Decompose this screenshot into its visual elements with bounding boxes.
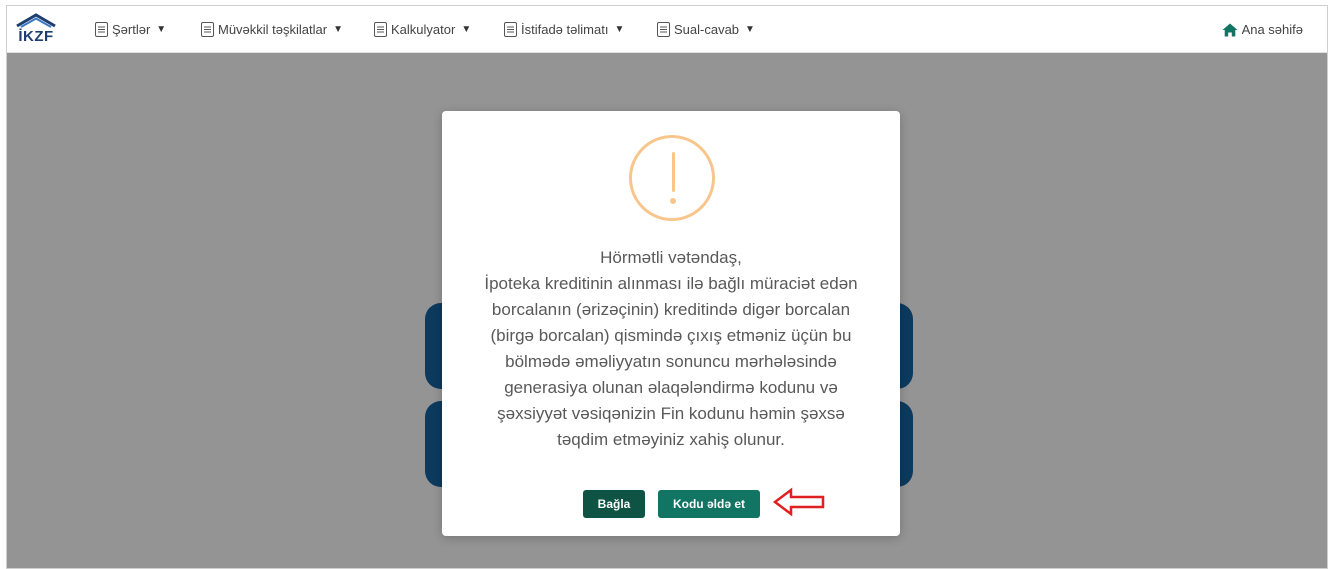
dialog-message-line: İpoteka kreditinin alınması ilə bağlı mü… [484, 274, 858, 293]
caret-down-icon: ▼ [745, 24, 755, 35]
warning-dialog: Hörmətli vətəndaş, İpoteka kreditinin al… [442, 111, 900, 536]
nav-home-link[interactable]: Ana səhifə [1222, 6, 1303, 53]
dialog-message: Hörmətli vətəndaş, İpoteka kreditinin al… [462, 245, 880, 453]
caret-down-icon: ▼ [333, 24, 343, 35]
document-icon [201, 22, 214, 37]
dialog-message-line: (birgə borcalan) qismində çıxış etməniz … [490, 326, 852, 345]
dialog-message-line: təqdim etməyiniz xahiş olunur. [557, 430, 785, 449]
nav-home-label: Ana səhifə [1241, 22, 1303, 37]
document-icon [657, 22, 670, 37]
nav-item-istifade-telimati[interactable]: İstifadə təlimatı ▼ [504, 6, 624, 53]
nav-item-label: Şərtlər [112, 22, 151, 37]
nav-item-label: İstifadə təlimatı [521, 22, 609, 37]
nav-item-kalkulyator[interactable]: Kalkulyator ▼ [374, 6, 471, 53]
nav-item-label: Müvəkkil təşkilatlar [218, 22, 328, 37]
dialog-message-line: Hörmətli vətəndaş, [600, 248, 742, 267]
nav-item-sual-cavab[interactable]: Sual-cavab ▼ [657, 6, 755, 53]
exclamation-circle-icon [629, 135, 715, 221]
nav-item-label: Sual-cavab [674, 22, 740, 37]
logo-text: İKZF [18, 28, 54, 45]
document-icon [95, 22, 108, 37]
brand-logo[interactable]: İKZF [15, 12, 57, 48]
nav-item-label: Kalkulyator [391, 22, 456, 37]
caret-down-icon: ▼ [461, 24, 472, 35]
close-button[interactable]: Bağla [583, 490, 645, 518]
page-content: Hörmətli vətəndaş, İpoteka kreditinin al… [7, 53, 1327, 568]
home-icon [1222, 23, 1238, 36]
nav-item-sertler[interactable]: Şərtlər ▼ [95, 6, 166, 53]
get-code-button[interactable]: Kodu əldə et [658, 490, 760, 518]
annotation-arrow-icon [772, 487, 825, 517]
dialog-message-line: şəxsiyyət vəsiqənizin Fin kodunu həmin ş… [497, 404, 845, 423]
top-navbar: İKZF Şərtlər ▼ Müvəkkil təşkilatlar ▼ Ka… [7, 6, 1327, 53]
caret-down-icon: ▼ [614, 24, 625, 35]
nav-item-muvekkil-teskilatlar[interactable]: Müvəkkil təşkilatlar ▼ [201, 6, 343, 53]
app-frame: İKZF Şərtlər ▼ Müvəkkil təşkilatlar ▼ Ka… [6, 5, 1328, 569]
dialog-message-line: generasiya olunan əlaqələndirmə kodunu v… [504, 378, 838, 397]
dialog-message-line: borcalanın (ərizəçinin) kreditində digər… [491, 300, 851, 319]
document-icon [504, 22, 517, 37]
caret-down-icon: ▼ [156, 24, 167, 35]
dialog-message-line: bölmədə əməliyyatın sonuncu mərhələsində [505, 352, 837, 371]
document-icon [374, 22, 387, 37]
